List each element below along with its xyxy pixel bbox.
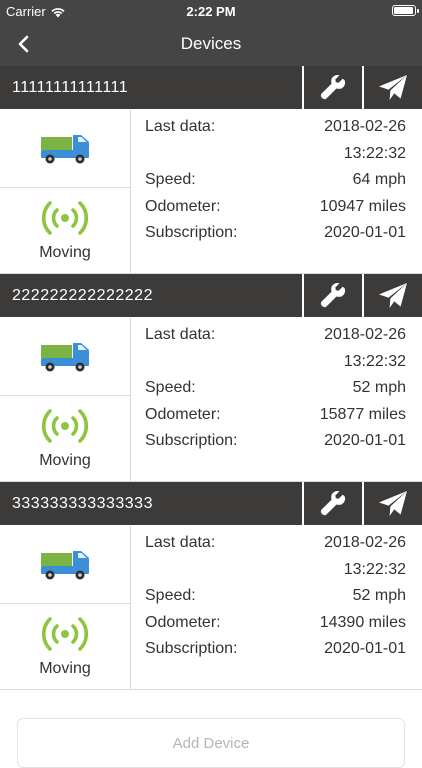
- speed-label: Speed:: [145, 379, 196, 397]
- device-settings-button[interactable]: [302, 274, 362, 318]
- last-data-date: 2018-02-26: [324, 326, 406, 344]
- device-status: Moving: [39, 660, 91, 677]
- page-title: Devices: [180, 34, 242, 53]
- device-body: Moving Last data: 2018-02-26 13:22:32 Sp…: [0, 110, 422, 274]
- subscription-label: Subscription:: [145, 224, 238, 242]
- device-card: 333333333333333 Moving Last data: 2018-0…: [0, 482, 422, 690]
- odometer-value: 14390 miles: [319, 613, 406, 631]
- device-body: Moving Last data: 2018-02-26 13:22:32 Sp…: [0, 526, 422, 690]
- last-data-time: 13:22:32: [343, 144, 406, 162]
- odometer-label: Odometer:: [145, 197, 221, 215]
- device-send-button[interactable]: [362, 482, 422, 526]
- odometer-label: Odometer:: [145, 613, 221, 631]
- odometer-value: 10947 miles: [319, 197, 406, 215]
- truck-icon: [41, 550, 89, 579]
- device-id[interactable]: 222222222222222: [0, 274, 302, 317]
- last-data-label: Last data:: [145, 326, 216, 344]
- truck-icon: [41, 134, 89, 163]
- last-data-label: Last data:: [145, 118, 216, 136]
- subscription-label: Subscription:: [145, 640, 238, 658]
- last-data-time: 13:22:32: [343, 560, 406, 578]
- speed-value: 64 mph: [352, 171, 406, 189]
- wrench-icon: [320, 283, 346, 308]
- device-id[interactable]: 11111111111111: [0, 66, 302, 109]
- device-send-button[interactable]: [362, 66, 422, 110]
- add-device-button[interactable]: Add Device: [17, 718, 405, 768]
- device-settings-button[interactable]: [302, 482, 362, 526]
- device-card: 11111111111111 Moving Last data: 2018-02…: [0, 66, 422, 274]
- last-data-label: Last data:: [145, 534, 216, 552]
- device-send-button[interactable]: [362, 274, 422, 318]
- device-settings-button[interactable]: [302, 66, 362, 110]
- battery-icon: [392, 5, 419, 16]
- subscription-value: 2020-01-01: [324, 432, 406, 450]
- device-header: 333333333333333: [0, 482, 422, 526]
- subscription-value: 2020-01-01: [324, 224, 406, 242]
- subscription-value: 2020-01-01: [324, 640, 406, 658]
- subscription-label: Subscription:: [145, 432, 238, 450]
- device-status: Moving: [39, 452, 91, 469]
- signal-broadcast-icon: [41, 201, 89, 235]
- speed-label: Speed:: [145, 171, 196, 189]
- device-header: 222222222222222: [0, 274, 422, 318]
- odometer-label: Odometer:: [145, 405, 221, 423]
- device-list: 11111111111111 Moving Last data: 2018-02…: [0, 66, 422, 690]
- signal-broadcast-icon: [41, 617, 89, 651]
- paper-plane-icon: [379, 283, 407, 308]
- wrench-icon: [320, 75, 346, 100]
- last-data-time: 13:22:32: [343, 352, 406, 370]
- paper-plane-icon: [379, 491, 407, 516]
- status-time: 2:22 PM: [186, 4, 236, 19]
- last-data-date: 2018-02-26: [324, 118, 406, 136]
- device-status: Moving: [39, 244, 91, 261]
- speed-value: 52 mph: [352, 587, 406, 605]
- wrench-icon: [320, 491, 346, 516]
- speed-value: 52 mph: [352, 379, 406, 397]
- device-id[interactable]: 333333333333333: [0, 482, 302, 525]
- signal-broadcast-icon: [41, 409, 89, 443]
- nav-bar: Devices: [0, 22, 422, 66]
- paper-plane-icon: [379, 75, 407, 100]
- speed-label: Speed:: [145, 587, 196, 605]
- odometer-value: 15877 miles: [319, 405, 406, 423]
- truck-icon: [41, 342, 89, 371]
- last-data-date: 2018-02-26: [324, 534, 406, 552]
- device-body: Moving Last data: 2018-02-26 13:22:32 Sp…: [0, 318, 422, 482]
- status-bar: Carrier 2:22 PM: [0, 0, 422, 22]
- device-card: 222222222222222 Moving Last data: 2018-0…: [0, 274, 422, 482]
- device-header: 11111111111111: [0, 66, 422, 110]
